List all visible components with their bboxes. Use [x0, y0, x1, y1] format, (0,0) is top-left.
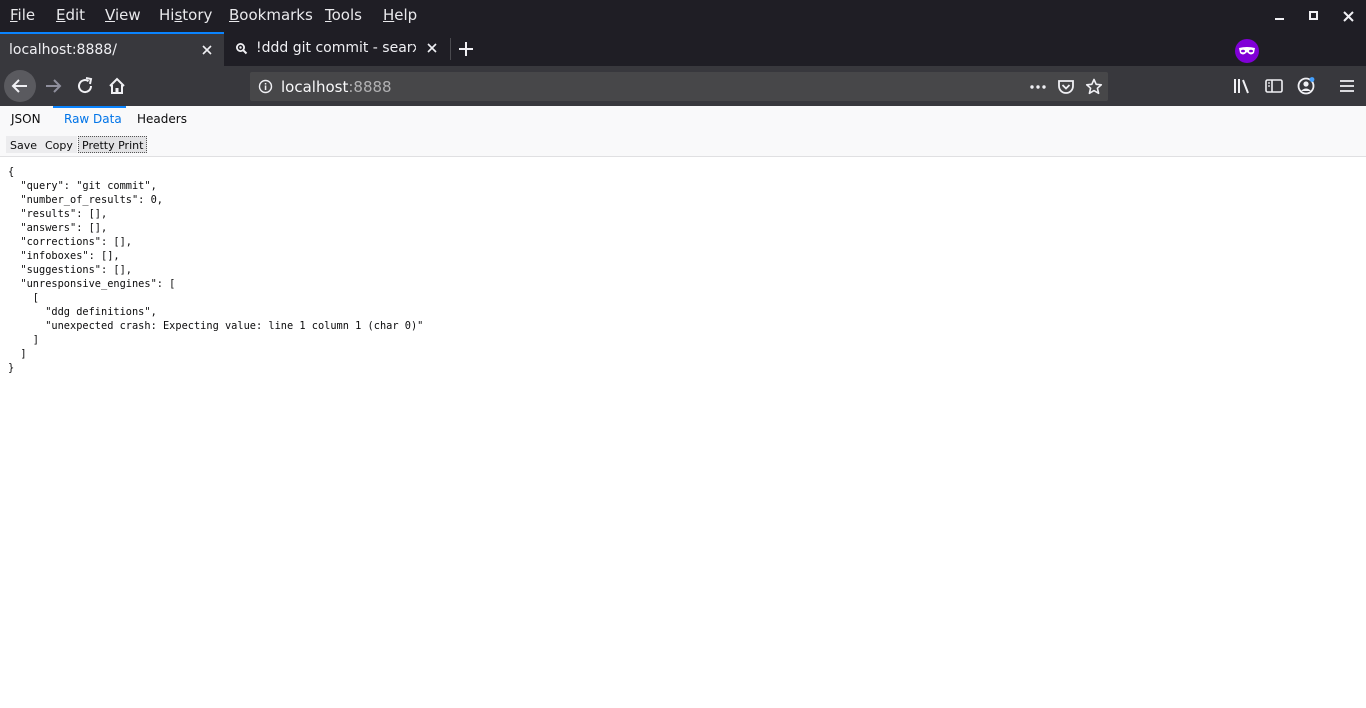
selected-tab-indicator	[53, 106, 126, 108]
sidebar-icon[interactable]	[1263, 75, 1285, 97]
tab-bar: localhost:8888/ !ddd git commit - searx	[0, 32, 1366, 66]
pretty-print-button[interactable]: Pretty Print	[78, 136, 148, 153]
minimize-icon[interactable]	[1264, 0, 1296, 32]
new-tab-icon[interactable]	[455, 38, 477, 60]
close-window-icon[interactable]	[1332, 0, 1364, 32]
menu-help[interactable]: Help	[383, 6, 417, 24]
save-button[interactable]: Save	[6, 136, 42, 153]
menu-file[interactable]: File	[10, 6, 35, 24]
json-viewer-tabs: JSON Raw Data Headers	[0, 106, 1366, 133]
tab-raw-data[interactable]: Raw Data	[64, 112, 122, 126]
searx-favicon-icon	[236, 43, 248, 55]
tab-close-icon[interactable]	[200, 43, 214, 57]
menu-history[interactable]: History	[159, 6, 212, 24]
site-info-icon[interactable]	[258, 79, 273, 94]
back-icon[interactable]	[4, 70, 36, 102]
tab-searx[interactable]: !ddd git commit - searx	[224, 32, 450, 66]
private-browsing-icon	[1235, 39, 1259, 63]
library-icon[interactable]	[1231, 75, 1253, 97]
menu-edit[interactable]: Edit	[56, 6, 85, 24]
menu-tools[interactable]: Tools	[325, 6, 362, 24]
raw-json-content: { "query": "git commit", "number_of_resu…	[8, 166, 424, 374]
maximize-icon[interactable]	[1298, 0, 1330, 32]
url-bar[interactable]: localhost:8888	[250, 72, 1108, 101]
tab-headers[interactable]: Headers	[137, 112, 187, 126]
bookmark-star-icon[interactable]	[1085, 78, 1103, 96]
reload-icon[interactable]	[74, 75, 96, 97]
account-icon[interactable]	[1295, 75, 1317, 97]
hamburger-menu-icon[interactable]	[1336, 75, 1358, 97]
menu-bookmarks[interactable]: Bookmarks	[229, 6, 313, 24]
copy-button[interactable]: Copy	[41, 136, 77, 153]
raw-data-toolbar: Save Copy Pretty Print	[0, 132, 1366, 157]
menu-view[interactable]: View	[105, 6, 141, 24]
page-actions-icon[interactable]	[1029, 80, 1047, 94]
url-text[interactable]: localhost:8888	[281, 78, 392, 96]
tab-title: localhost:8888/	[9, 42, 117, 58]
pocket-icon[interactable]	[1057, 78, 1075, 96]
forward-icon[interactable]	[42, 75, 64, 97]
tab-close-icon[interactable]	[425, 41, 439, 55]
tab-localhost[interactable]: localhost:8888/	[0, 32, 224, 66]
menu-bar: File Edit View History Bookmarks Tools H…	[0, 0, 1366, 32]
tab-json[interactable]: JSON	[11, 112, 41, 126]
tab-separator	[450, 38, 451, 60]
home-icon[interactable]	[106, 75, 128, 97]
tab-title: !ddd git commit - searx	[256, 40, 416, 56]
